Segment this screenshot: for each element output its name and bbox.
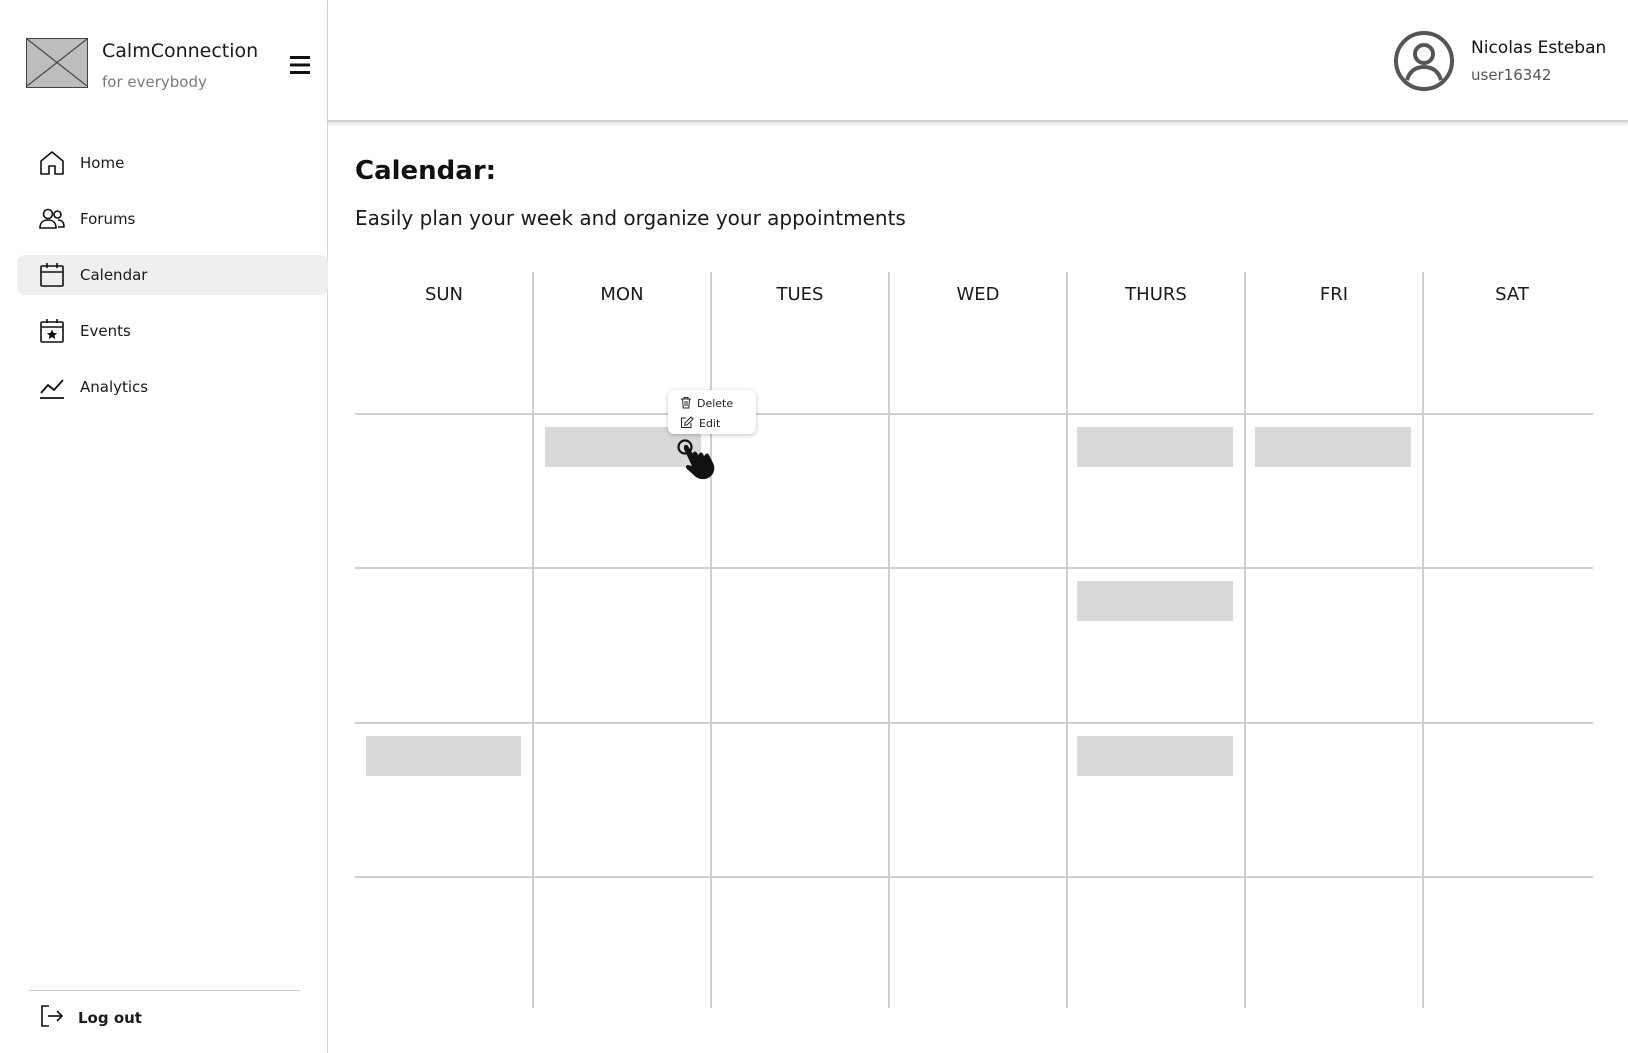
calendar-grid: SUN MON TUES WED THURS FRI SAT — [355, 272, 1593, 1008]
column-divider — [1422, 272, 1424, 1008]
sidebar-nav: Home Forums Calendar Events Analytics — [17, 143, 328, 423]
edit-icon — [680, 414, 694, 433]
sidebar-item-label: Calendar — [80, 266, 148, 284]
row-divider — [355, 722, 1593, 724]
day-header-mon: MON — [600, 284, 644, 305]
brand-tagline: for everybody — [102, 73, 207, 91]
edit-menu-item[interactable]: Edit — [680, 414, 720, 432]
hand-pointer-cursor-icon — [676, 438, 718, 482]
calendar-icon — [38, 261, 66, 289]
brand-name: CalmConnection — [102, 40, 259, 62]
day-header-wed: WED — [956, 284, 1000, 305]
delete-menu-item[interactable]: Delete — [680, 394, 733, 412]
day-header-sun: SUN — [424, 284, 464, 305]
sidebar-divider — [29, 990, 300, 991]
sidebar-item-events[interactable]: Events — [17, 311, 328, 351]
brand: CalmConnection for everybody — [0, 0, 328, 122]
sidebar-item-label: Events — [80, 322, 131, 340]
column-divider — [1066, 272, 1068, 1008]
users-icon — [38, 205, 66, 233]
row-divider — [355, 413, 1593, 415]
appointment-block[interactable] — [1077, 427, 1233, 467]
sidebar-item-label: Forums — [80, 210, 136, 228]
chart-line-icon — [38, 373, 66, 401]
sidebar-item-analytics[interactable]: Analytics — [17, 367, 328, 407]
logout-label: Log out — [78, 1009, 142, 1027]
logo-placeholder — [26, 38, 88, 88]
column-divider — [1244, 272, 1246, 1008]
day-header-thurs: THURS — [1125, 284, 1187, 305]
appointment-block[interactable] — [1255, 427, 1411, 467]
sidebar-item-home[interactable]: Home — [17, 143, 328, 183]
delete-label: Delete — [697, 396, 734, 410]
user-avatar-icon[interactable] — [1393, 30, 1455, 92]
user-id: user16342 — [1471, 66, 1552, 84]
trash-icon — [680, 394, 692, 413]
sidebar-item-label: Analytics — [80, 378, 149, 396]
sidebar-item-label: Home — [80, 154, 125, 172]
page-subtitle: Easily plan your week and organize your … — [355, 206, 906, 230]
appointment-block[interactable] — [1077, 581, 1233, 621]
day-header-fri: FRI — [1319, 284, 1349, 305]
column-divider — [710, 272, 712, 1008]
user-name: Nicolas Esteban — [1471, 38, 1607, 58]
star-calendar-icon — [38, 317, 66, 345]
appointment-block[interactable] — [1077, 736, 1233, 776]
edit-label: Edit — [699, 416, 721, 430]
row-divider — [355, 876, 1593, 878]
sidebar-item-forums[interactable]: Forums — [17, 199, 328, 239]
day-header-sat: SAT — [1495, 284, 1529, 305]
row-divider — [355, 567, 1593, 569]
context-menu: Delete Edit — [668, 390, 756, 434]
page-title: Calendar: — [355, 156, 497, 186]
sidebar-item-calendar[interactable]: Calendar — [17, 255, 328, 295]
logout-button[interactable]: Log out — [38, 1003, 142, 1033]
sidebar: CalmConnection for everybody Home Forums… — [0, 0, 328, 1053]
column-divider — [888, 272, 890, 1008]
home-icon — [38, 149, 66, 177]
logout-icon — [38, 1003, 64, 1033]
hamburger-menu-icon[interactable] — [287, 52, 313, 78]
column-divider — [532, 272, 534, 1008]
day-header-tues: TUES — [776, 284, 824, 305]
appointment-block[interactable] — [366, 736, 521, 776]
